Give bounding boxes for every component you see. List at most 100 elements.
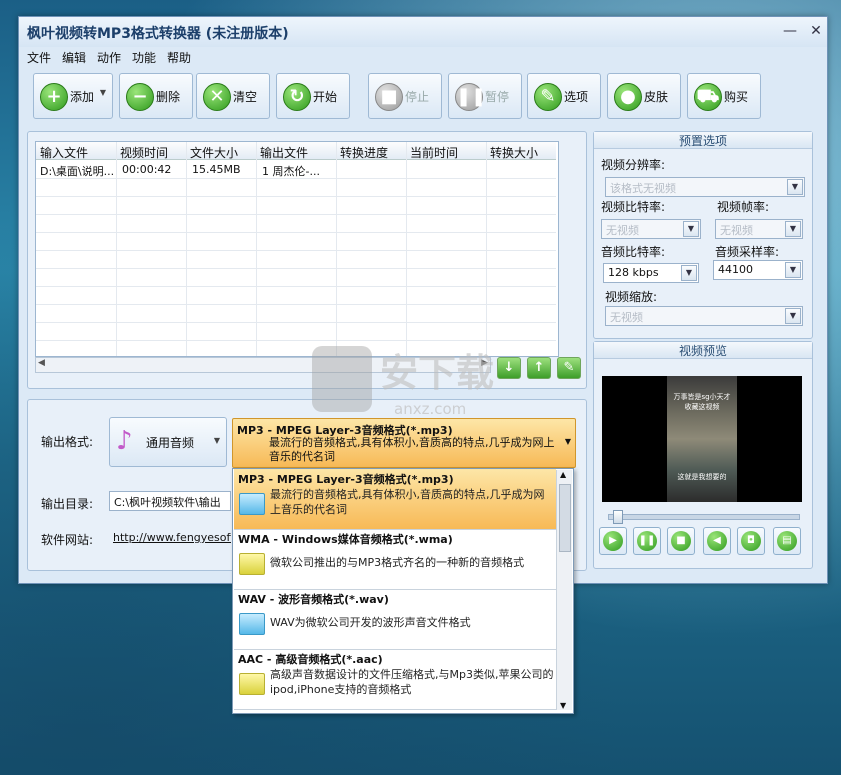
format-option-wav[interactable]: WAV - 波形音频格式(*.wav) WAV为微软公司开发的波形声音文件格式	[234, 589, 556, 650]
edit-button[interactable]: ✎	[557, 357, 581, 379]
chevron-down-icon[interactable]: ▼	[565, 437, 571, 446]
website-link[interactable]: http://www.fengyesoft.c	[113, 531, 231, 544]
presets-title: 预置选项	[594, 132, 812, 149]
music-note-icon: ♪	[116, 426, 133, 456]
video-scale-label: 视频缩放:	[605, 290, 658, 304]
col-file-size[interactable]: 文件大小	[190, 144, 238, 161]
output-dir-label: 输出目录:	[41, 497, 94, 511]
buy-button[interactable]: ⛟ 购买	[687, 73, 761, 119]
tools-icon: ✎	[534, 83, 562, 111]
add-label: 添加	[70, 90, 95, 104]
play-button[interactable]: ▶	[599, 527, 627, 555]
stop-icon: ■	[671, 531, 691, 551]
audio-samplerate-select[interactable]: 44100 ▼	[713, 260, 803, 280]
col-output-file[interactable]: 输出文件	[260, 144, 308, 161]
dropdown-scrollbar[interactable]: ▲ ▼	[556, 470, 572, 710]
watermark-logo: 安下载 anxz.com	[312, 342, 527, 427]
preview-frame: 万事皆是sg小天才 收藏这视频 这就是我想要的	[667, 376, 737, 502]
minimize-button[interactable]: —	[779, 22, 801, 40]
menu-help[interactable]: 帮助	[167, 49, 191, 66]
audio-bitrate-label: 音频比特率:	[601, 245, 666, 259]
video-scale-select[interactable]: 无视频 ▼	[605, 306, 803, 326]
table-row-cell[interactable]: 00:00:42	[122, 163, 171, 176]
seek-slider[interactable]	[608, 510, 800, 524]
menu-function[interactable]: 功能	[132, 49, 156, 66]
pause-preview-button[interactable]: ❚❚	[633, 527, 661, 555]
audio-category-button[interactable]: ♪ 通用音频 ▼	[109, 417, 227, 467]
chevron-down-icon[interactable]: ▼	[681, 265, 697, 281]
format-dropdown-list[interactable]: MP3 - MPEG Layer-3音频格式(*.mp3) 最流行的音频格式,具…	[232, 468, 574, 714]
format-option-aac[interactable]: AAC - 高级音频格式(*.aac) 高级声音数据设计的文件压缩格式,与Mp3…	[234, 649, 556, 710]
format-option-mp3[interactable]: MP3 - MPEG Layer-3音频格式(*.mp3) 最流行的音频格式,具…	[234, 469, 556, 530]
move-up-button[interactable]: ↑	[527, 357, 551, 379]
col-current-time[interactable]: 当前时间	[410, 144, 458, 161]
minus-icon: −	[126, 83, 154, 111]
window-title: 枫叶视频转MP3格式转换器 (未注册版本)	[27, 26, 289, 42]
option-title: WMA - Windows媒体音频格式(*.wma)	[238, 533, 453, 546]
stop-button[interactable]: ■ 停止	[368, 73, 442, 119]
options-button[interactable]: ✎ 选项	[527, 73, 601, 119]
volume-button[interactable]: ◀	[703, 527, 731, 555]
scroll-down-icon[interactable]: ▼	[560, 701, 566, 710]
scroll-left-icon[interactable]: ◀	[38, 358, 45, 368]
video-resolution-select[interactable]: 该格式无视频 ▼	[605, 177, 805, 197]
output-format-label: 输出格式:	[41, 435, 94, 449]
file-table[interactable]: 输入文件 视频时间 文件大小 输出文件 转换进度 当前时间 转换大小 D:\桌面…	[35, 141, 559, 357]
menu-edit[interactable]: 编辑	[62, 49, 86, 66]
category-label: 通用音频	[146, 436, 195, 450]
option-title: AAC - 高级音频格式(*.aac)	[238, 653, 383, 666]
menu-file[interactable]: 文件	[27, 49, 51, 66]
chevron-down-icon[interactable]: ▼	[785, 221, 801, 237]
pause-button[interactable]: ❚❚ 暂停	[448, 73, 522, 119]
col-convert-size[interactable]: 转换大小	[490, 144, 538, 161]
seek-thumb[interactable]	[613, 510, 623, 524]
col-input-file[interactable]: 输入文件	[40, 144, 88, 161]
folder-icon	[239, 553, 265, 575]
chevron-down-icon[interactable]: ▼	[785, 262, 801, 278]
format-option-wma[interactable]: WMA - Windows媒体音频格式(*.wma) 微软公司推出的与MP3格式…	[234, 529, 556, 590]
start-button[interactable]: ↻ 开始	[276, 73, 350, 119]
video-resolution-value: 该格式无视频	[610, 182, 676, 195]
delete-label: 删除	[156, 90, 181, 104]
chevron-down-icon[interactable]: ▼	[683, 221, 699, 237]
audio-bitrate-select[interactable]: 128 kbps ▼	[603, 263, 699, 283]
col-video-time[interactable]: 视频时间	[120, 144, 168, 161]
menu-bar: 文件 编辑 动作 功能 帮助	[19, 47, 827, 67]
clear-x-icon: ✕	[203, 83, 231, 111]
close-button[interactable]: ✕	[805, 22, 827, 40]
open-folder-button[interactable]: ▤	[773, 527, 801, 555]
skin-button[interactable]: ● 皮肤	[607, 73, 681, 119]
output-dir-input[interactable]: C:\枫叶视频软件\输出	[109, 491, 231, 511]
table-row-cell[interactable]: 15.45MB	[192, 163, 241, 176]
video-bitrate-select[interactable]: 无视频 ▼	[601, 219, 701, 239]
stop-icon: ■	[375, 83, 403, 111]
options-label: 选项	[564, 90, 589, 104]
table-header: 输入文件 视频时间 文件大小 输出文件 转换进度 当前时间 转换大小	[36, 142, 556, 160]
snapshot-button[interactable]: ◘	[737, 527, 765, 555]
folder-icon: ▤	[777, 531, 797, 551]
preview-title: 视频预览	[594, 342, 812, 359]
website-label: 软件网站:	[41, 533, 94, 547]
menu-action[interactable]: 动作	[97, 49, 121, 66]
skin-label: 皮肤	[644, 90, 669, 104]
speaker-icon: ◀	[707, 531, 727, 551]
output-format-select[interactable]: MP3 - MPEG Layer-3音频格式(*.mp3) 最流行的音频格式,具…	[232, 418, 576, 468]
pause-icon: ❚❚	[637, 531, 657, 551]
delete-button[interactable]: − 删除	[119, 73, 193, 119]
folder-icon	[239, 493, 265, 515]
col-progress[interactable]: 转换进度	[340, 144, 388, 161]
play-icon: ▶	[603, 531, 623, 551]
option-desc: 最流行的音频格式,具有体积小,音质高的特点,几乎成为网上音乐的代名词	[270, 488, 545, 516]
table-row-cell[interactable]: 1 周杰伦-...	[262, 163, 320, 179]
video-framerate-select[interactable]: 无视频 ▼	[715, 219, 803, 239]
chevron-down-icon[interactable]: ▼	[787, 179, 803, 195]
plus-icon: +	[40, 83, 68, 111]
table-row-cell[interactable]: D:\桌面\说明...	[40, 163, 114, 179]
add-button[interactable]: + 添加 ▼	[33, 73, 113, 119]
scroll-thumb[interactable]	[559, 484, 571, 552]
scroll-up-icon[interactable]: ▲	[560, 470, 566, 479]
folder-icon	[239, 613, 265, 635]
chevron-down-icon[interactable]: ▼	[785, 308, 801, 324]
clear-button[interactable]: ✕ 清空	[196, 73, 270, 119]
stop-preview-button[interactable]: ■	[667, 527, 695, 555]
